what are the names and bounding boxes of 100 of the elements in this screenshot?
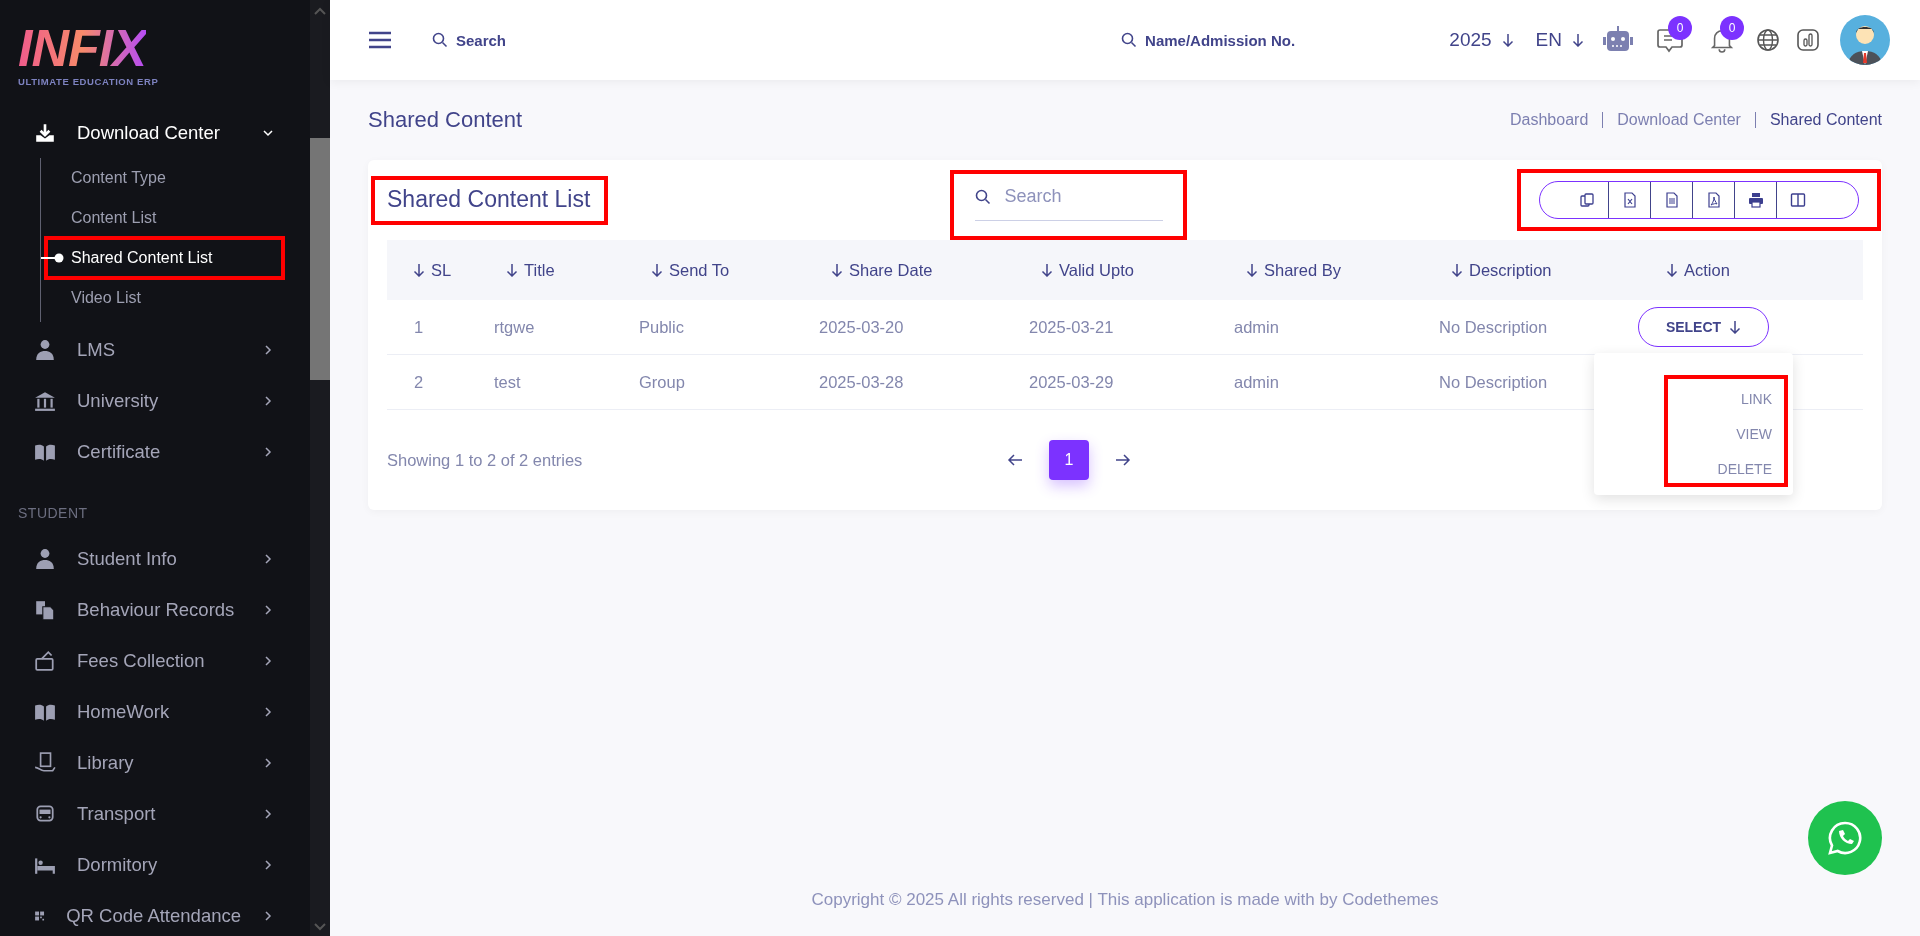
breadcrumb-link[interactable]: Dashboard [1510, 111, 1589, 129]
sort-arrow-icon [831, 263, 843, 277]
table-cell: 2025-03-29 [1029, 372, 1114, 391]
person-icon [34, 547, 56, 570]
table-cell: No Description [1439, 317, 1548, 336]
sidebar-section-heading: STUDENT [17, 504, 89, 523]
menu-item[interactable]: VIEW [1736, 426, 1772, 442]
search-field[interactable]: Search [1002, 185, 1147, 208]
breadcrumb-link[interactable]: Shared Content [1769, 111, 1882, 129]
scrollbar[interactable] [310, 0, 330, 936]
search-icon [432, 32, 448, 48]
select-dropdown[interactable]: SELECT [1638, 307, 1769, 347]
sidebar-item[interactable]: Behaviour Records [0, 584, 310, 635]
logo-tagline: ULTIMATE EDUCATION ERP [18, 76, 160, 87]
sidebar-item[interactable]: University [0, 375, 310, 426]
sidebar-item[interactable]: LMS [0, 324, 310, 375]
chevron-right-icon [262, 445, 274, 458]
print-icon [1747, 192, 1764, 208]
notification-badge: 0 [1668, 16, 1692, 40]
table-cell: 2025-03-21 [1029, 317, 1114, 336]
column-header[interactable]: Title [524, 260, 555, 280]
sidebar-item[interactable]: QR Code Attendance [0, 890, 310, 936]
wallet-icon [34, 649, 56, 672]
sidebar-item[interactable]: Certificate [0, 426, 310, 477]
sort-arrow-icon [413, 263, 425, 277]
language-selector[interactable]: EN [1535, 29, 1562, 51]
chat-bubble-phone-icon [1827, 820, 1863, 856]
documents-icon [34, 598, 56, 621]
document-icon [1663, 192, 1680, 208]
columns-icon [1789, 192, 1806, 208]
chevron-right-icon [262, 552, 274, 565]
active-dot-icon [41, 253, 65, 263]
table-cell: Group [639, 372, 685, 391]
breadcrumb-link[interactable]: Download Center [1617, 111, 1741, 129]
table-cell: rtgwe [494, 317, 535, 336]
chevron-right-icon [262, 858, 274, 871]
sort-arrow-icon [651, 263, 663, 277]
sidebar-subitem[interactable]: Content Type [71, 169, 166, 187]
sidebar-item[interactable]: HomeWork [0, 686, 310, 737]
column-header[interactable]: Action [1684, 260, 1730, 280]
sidebar-item[interactable]: Transport [0, 788, 310, 839]
pdf-icon [1705, 192, 1722, 208]
sort-arrow-icon [1666, 263, 1678, 277]
scrollbar-thumb[interactable] [310, 138, 330, 380]
entries-info: Showing 1 to 2 of 2 entries [387, 450, 584, 470]
card-title: Shared Content List [387, 185, 591, 212]
copy-icon [1579, 192, 1595, 208]
column-header[interactable]: Send To [669, 260, 730, 280]
sidebar-subitem[interactable]: Content List [71, 209, 157, 227]
chevron-right-icon [262, 343, 274, 356]
column-header[interactable]: Description [1469, 260, 1552, 280]
robot-icon[interactable] [1602, 26, 1634, 54]
sidebar-item[interactable]: Student Info [0, 533, 310, 584]
bar-chart-icon[interactable] [1796, 28, 1820, 52]
chevron-right-icon [262, 394, 274, 407]
next-page-icon[interactable] [1115, 453, 1131, 467]
menu-item[interactable]: LINK [1740, 391, 1772, 407]
table-cell: 2 [413, 372, 424, 391]
sidebar-item[interactable]: Library [0, 737, 310, 788]
previous-page-icon[interactable] [1007, 453, 1023, 467]
globe-icon[interactable] [1756, 28, 1780, 52]
chevron-right-icon [262, 909, 274, 922]
column-header[interactable]: Valid Upto [1059, 260, 1134, 280]
download-icon [34, 121, 56, 144]
chevron-right-icon [262, 756, 274, 769]
search-icon [974, 188, 991, 205]
column-header[interactable]: SL [431, 260, 452, 280]
page-title: Shared Content [368, 107, 523, 133]
page-button[interactable]: 1 [1049, 440, 1089, 480]
chevron-right-icon [262, 705, 274, 718]
column-header[interactable]: Share Date [849, 260, 933, 280]
sidebar-item[interactable]: Download Center [0, 107, 310, 158]
sort-arrow-icon [1729, 320, 1742, 334]
reader-icon [34, 751, 56, 774]
sort-arrow-icon [1572, 33, 1584, 47]
avatar[interactable] [1840, 15, 1890, 65]
column-header[interactable]: Shared By [1264, 260, 1342, 280]
sort-arrow-icon [506, 263, 518, 277]
table-cell: test [494, 372, 521, 391]
notification-badge: 0 [1720, 16, 1744, 40]
search-icon [1121, 32, 1138, 48]
year-selector[interactable]: 2025 [1449, 29, 1492, 51]
table-cell: admin [1234, 372, 1279, 391]
chevron-right-icon [262, 603, 274, 616]
menu-icon[interactable] [368, 30, 392, 50]
student-search-field[interactable]: Name/Admission No. [1145, 31, 1296, 49]
sidebar-item[interactable]: Fees Collection [0, 635, 310, 686]
sidebar-subitem[interactable]: Video List [71, 289, 141, 307]
table-cell: 1 [413, 317, 424, 336]
spreadsheet-icon [1621, 192, 1638, 208]
footer-copyright: Copyright © 2025 All rights reserved | This application is made with by Codethemes [810, 890, 1440, 911]
table-cell: No Description [1439, 372, 1548, 391]
sidebar-subitem[interactable]: Shared Content List [71, 249, 213, 267]
sort-arrow-icon [1246, 263, 1258, 277]
sort-arrow-icon [1451, 263, 1463, 277]
chevron-right-icon [262, 654, 274, 667]
table-cell: 2025-03-20 [819, 317, 904, 336]
sidebar-item[interactable]: Dormitory [0, 839, 310, 890]
search-field[interactable]: Search [456, 31, 507, 49]
table-cell: 2025-03-28 [819, 372, 904, 391]
